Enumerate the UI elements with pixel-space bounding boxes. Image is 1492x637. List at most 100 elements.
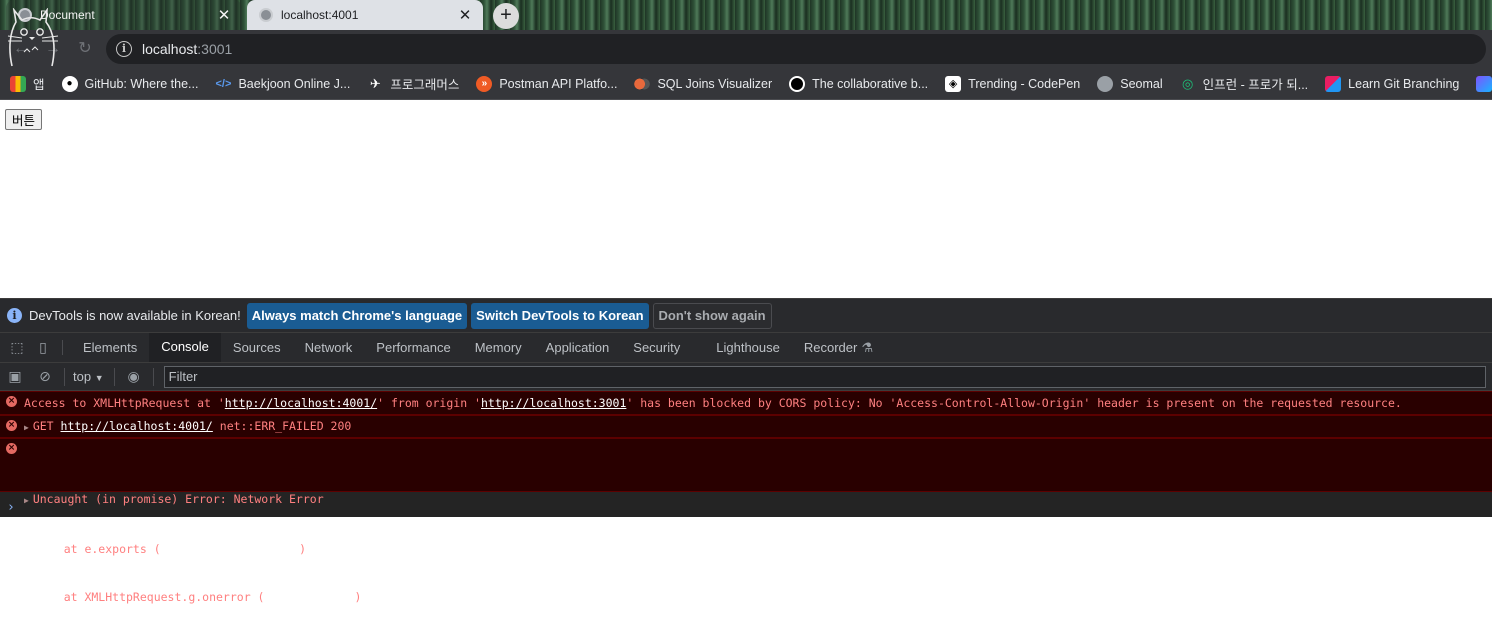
expand-triangle-icon[interactable]: ▶ [24, 423, 29, 432]
forward-arrow-icon[interactable]: → [42, 38, 64, 60]
origin-link[interactable]: http://localhost:3001 [481, 396, 626, 410]
bookmark-github[interactable]: ● GitHub: Where the... [61, 75, 199, 92]
divider [62, 340, 63, 355]
info-icon: i [7, 308, 22, 323]
tab-localhost[interactable]: localhost:4001 ✕ [247, 0, 483, 30]
tab-security[interactable]: Security [621, 333, 704, 362]
source-link[interactable]: createError.js:16:15 [161, 542, 299, 556]
new-tab-button[interactable]: + [493, 3, 519, 29]
globe-icon [259, 8, 273, 22]
expand-triangle-icon[interactable]: ▶ [24, 496, 29, 505]
tab-title: localhost:4001 [281, 8, 359, 22]
bookmark-openai[interactable]: The collaborative b... [789, 75, 928, 92]
console-prompt[interactable]: › [7, 500, 15, 515]
tab-sources[interactable]: Sources [221, 333, 293, 362]
message-text: GET [32, 419, 61, 433]
bookmark-label: Learn Git Branching [1348, 76, 1460, 91]
reload-icon[interactable]: ↻ [74, 38, 96, 60]
switch-to-korean-button[interactable]: Switch DevTools to Korean [471, 302, 649, 329]
codepen-icon: ◈ [945, 75, 962, 92]
postman-icon: » [476, 75, 493, 92]
programmers-icon: ✈ [369, 75, 381, 91]
context-label: top [73, 369, 92, 384]
stack-frame: at XMLHttpRequest.g.onerror (xhr.js:117:… [24, 589, 1492, 605]
site-info-icon[interactable]: i [116, 41, 132, 57]
infobar-message: DevTools is now available in Korean! [29, 308, 241, 323]
message-text: Uncaught (in promise) Error: Network Err… [32, 492, 324, 506]
message-text: ) [299, 542, 307, 556]
bookmark-postman[interactable]: » Postman API Platfo... [476, 75, 618, 92]
stack-frame: at e.exports (createError.js:16:15) [24, 541, 1492, 557]
browser-toolbar: ← → ↻ i localhost:3001 [0, 30, 1492, 68]
bookmark-inflearn[interactable]: ◎ 인프런 - 프로가 되... [1180, 74, 1309, 93]
tab-recorder[interactable]: Recorder ⚗ [792, 333, 877, 362]
divider [64, 367, 65, 386]
tab-elements[interactable]: Elements [71, 333, 149, 362]
tab-strip: Document ✕ localhost:4001 ✕ + [0, 0, 1492, 30]
console-filter-input[interactable]: Filter [163, 365, 1486, 388]
globe-icon [18, 8, 32, 22]
back-arrow-icon[interactable]: ← [10, 38, 32, 60]
bookmark-label: Trending - CodePen [968, 76, 1081, 91]
live-expression-eye-icon[interactable]: ◉ [119, 368, 149, 385]
tab-performance[interactable]: Performance [364, 333, 462, 362]
console-error-uncaught[interactable]: × ▶ Uncaught (in promise) Error: Network … [0, 438, 1492, 604]
error-icon: × [6, 420, 17, 431]
error-icon: × [6, 443, 17, 454]
close-icon[interactable]: ✕ [216, 6, 232, 24]
bookmark-programmers[interactable]: ✈ 프로그래머스 [367, 74, 459, 93]
github-icon: ● [61, 75, 78, 92]
url-link[interactable]: http://localhost:4001/ [61, 419, 213, 433]
bookmark-overflow[interactable] [1476, 75, 1492, 92]
console-error-get[interactable]: × ▶ GET http://localhost:4001/ net::ERR_F… [0, 415, 1492, 438]
devtools-tab-bar: ⬚ ▯ Elements Console Sources Network Per… [0, 333, 1492, 363]
tab-console[interactable]: Console [149, 333, 221, 362]
always-match-language-button[interactable]: Always match Chrome's language [246, 302, 468, 329]
sidebar-toggle-icon[interactable]: ▣ [0, 368, 30, 385]
close-icon[interactable]: ✕ [457, 6, 473, 24]
divider [113, 367, 115, 386]
bookmark-sql-joins[interactable]: SQL Joins Visualizer [634, 75, 772, 92]
address-bar[interactable]: i localhost:3001 [106, 34, 1486, 64]
bookmark-learn-git[interactable]: Learn Git Branching [1325, 75, 1460, 92]
globe-icon [1097, 75, 1114, 92]
kotlin-icon [1476, 75, 1492, 92]
bookmark-codepen[interactable]: ◈ Trending - CodePen [945, 75, 1081, 92]
apps-grid-icon [10, 75, 26, 92]
tab-title: Document [40, 8, 95, 22]
bookmark-baekjoon[interactable]: </> Baekjoon Online J... [215, 76, 351, 92]
inspect-element-icon[interactable]: ⬚ [4, 333, 30, 362]
console-error-cors: × Access to XMLHttpRequest at 'http://lo… [0, 391, 1492, 415]
message-text: ' from origin ' [377, 396, 481, 410]
tab-network[interactable]: Network [293, 333, 365, 362]
bookmark-apps[interactable]: 앱 [10, 74, 45, 93]
tab-recorder-label: Recorder [803, 340, 858, 355]
bookmark-label: GitHub: Where the... [84, 76, 199, 91]
tab-application[interactable]: Application [534, 333, 622, 362]
message-text: net::ERR_FAILED 200 [212, 419, 352, 433]
context-selector[interactable]: top ▼ [73, 369, 104, 384]
bookmark-label: Postman API Platfo... [499, 76, 618, 91]
tab-document[interactable]: Document ✕ [6, 0, 242, 30]
source-link[interactable]: xhr.js:117:14 [264, 590, 354, 604]
inflearn-icon: ◎ [1181, 75, 1194, 91]
message-text: ' has been blocked by CORS policy: No 'A… [626, 396, 1402, 410]
url-link[interactable]: http://localhost:4001/ [225, 396, 377, 410]
message-text: ) [354, 590, 362, 604]
clear-console-icon[interactable]: ⊘ [30, 368, 60, 385]
bookmark-label: 인프런 - 프로가 되... [1202, 78, 1309, 92]
message-text: at e.exports ( [36, 542, 161, 556]
bookmark-seomal[interactable]: Seomal [1097, 75, 1163, 92]
message-text: at XMLHttpRequest.g.onerror ( [36, 590, 265, 604]
bookmark-label: Baekjoon Online J... [238, 76, 351, 91]
page-button[interactable]: 버튼 [5, 109, 43, 130]
tab-memory[interactable]: Memory [463, 333, 534, 362]
bookmark-label: Seomal [1120, 76, 1163, 91]
device-toolbar-icon[interactable]: ▯ [30, 333, 56, 362]
devtools-panel: i DevTools is now available in Korean! A… [0, 298, 1492, 604]
git-icon [1325, 75, 1342, 92]
tab-lighthouse[interactable]: Lighthouse [704, 333, 792, 362]
dont-show-again-button[interactable]: Don't show again [652, 302, 772, 329]
code-brackets-icon: </> [215, 77, 232, 90]
error-icon: × [6, 396, 17, 407]
